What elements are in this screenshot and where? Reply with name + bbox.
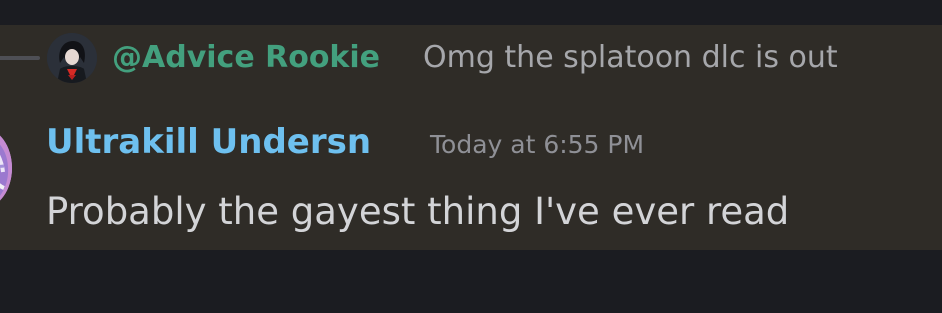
top-background xyxy=(0,0,942,25)
bottom-background xyxy=(0,250,942,313)
reply-spine-line xyxy=(0,56,40,60)
message-timestamp[interactable]: Today at 6:55 PM xyxy=(430,128,644,162)
reply-author-name[interactable]: @Advice Rookie xyxy=(112,38,380,78)
reply-preview-text[interactable]: Omg the splatoon dlc is out xyxy=(423,38,838,78)
reply-author-avatar[interactable] xyxy=(47,33,97,83)
reply-avatar-image xyxy=(47,33,97,83)
message-content: Probably the gayest thing I've ever read xyxy=(46,190,790,233)
author-username[interactable]: Ultrakill Undersn xyxy=(46,120,371,164)
